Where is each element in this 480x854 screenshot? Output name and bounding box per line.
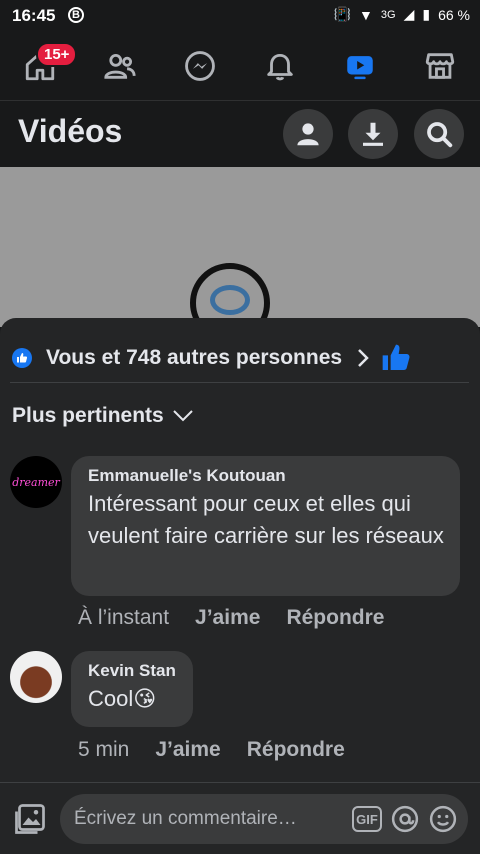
search-button[interactable]	[414, 109, 464, 159]
comment-actions: À l’instant J’aime Répondre	[78, 606, 384, 630]
notification-badge: 15+	[36, 42, 78, 67]
status-time: 16:45	[12, 6, 56, 25]
avatar[interactable]: dreamer	[10, 456, 62, 508]
like-comment-button[interactable]: J’aime	[155, 738, 220, 762]
video-player[interactable]	[0, 167, 480, 343]
comment-input[interactable]: Écrivez un commentaire… GIF	[60, 794, 468, 844]
divider	[10, 382, 469, 383]
avatar[interactable]	[10, 651, 62, 703]
likes-count-text: Vous et 748 autres personnes	[46, 346, 343, 369]
network-label: 3G	[380, 8, 396, 21]
comment-bubble[interactable]: Emmanuelle's Koutouan Intéressant pour c…	[71, 456, 460, 596]
video-icon	[347, 56, 373, 80]
comment-composer: Écrivez un commentaire… GIF	[0, 782, 480, 854]
emoji-icon[interactable]	[428, 804, 458, 834]
eye-icon	[210, 285, 250, 315]
downloads-button[interactable]	[348, 109, 398, 159]
like-reaction-icon	[12, 348, 32, 368]
page-title: Vidéos	[18, 113, 123, 149]
nav-marketplace[interactable]	[416, 42, 464, 90]
comment-time: 5 min	[78, 738, 130, 761]
top-navigation: 15+	[0, 32, 480, 101]
sort-dropdown[interactable]: Plus pertinents	[12, 404, 194, 428]
b-icon: B	[68, 7, 84, 23]
comment-bubble[interactable]: Kevin Stan Cool😘	[71, 651, 193, 727]
system-icons: 📳 ▼ 3G ◢ ▮ 66 %	[334, 6, 470, 23]
reactions-row[interactable]: Vous et 748 autres personnes	[12, 334, 468, 382]
messenger-icon	[185, 51, 215, 81]
comment-author[interactable]: Kevin Stan	[88, 661, 177, 681]
gif-button[interactable]: GIF	[352, 806, 382, 832]
status-bar: 16:45 B 📳 ▼ 3G ◢ ▮ 66 %	[0, 0, 480, 32]
wifi-icon: ▼	[359, 6, 373, 23]
gallery-icon[interactable]	[12, 801, 48, 837]
comment-time: À l’instant	[78, 606, 170, 629]
input-tools: GIF	[352, 804, 458, 834]
comment-text: Cool😘	[88, 686, 157, 711]
comment-actions: 5 min J’aime Répondre	[78, 738, 345, 762]
marketplace-icon	[425, 53, 455, 79]
nav-friends[interactable]	[96, 42, 144, 90]
battery-percent: 66 %	[438, 6, 470, 23]
nav-videos[interactable]	[336, 42, 384, 90]
page-header: Vidéos	[0, 101, 480, 167]
nav-messenger[interactable]	[176, 42, 224, 90]
vibrate-icon: 📳	[333, 6, 352, 22]
at-mention-icon[interactable]	[390, 804, 420, 834]
search-icon	[427, 122, 453, 148]
comment-text: Intéressant pour ceux et elles qui veule…	[88, 491, 444, 548]
signal-icon: ◢	[403, 6, 415, 22]
reply-button[interactable]: Répondre	[247, 738, 345, 762]
profile-button[interactable]	[283, 109, 333, 159]
like-button-icon[interactable]	[380, 342, 412, 374]
comment-input-placeholder: Écrivez un commentaire…	[74, 808, 297, 829]
sort-label: Plus pertinents	[12, 404, 164, 427]
comments-sheet: Vous et 748 autres personnes Plus pertin…	[0, 318, 480, 854]
avatar-logo-text: dreamer	[12, 475, 60, 489]
battery-icon: ▮	[422, 6, 431, 22]
chevron-right-icon	[358, 349, 369, 367]
person-icon	[297, 123, 319, 146]
chevron-down-icon	[172, 410, 193, 422]
nav-notifications[interactable]	[256, 42, 304, 90]
comment-author[interactable]: Emmanuelle's Koutouan	[88, 466, 444, 486]
reply-button[interactable]: Répondre	[286, 606, 384, 630]
friends-icon	[104, 53, 136, 79]
like-comment-button[interactable]: J’aime	[195, 606, 260, 630]
download-icon	[363, 122, 383, 146]
nav-home[interactable]: 15+	[16, 42, 78, 90]
bell-icon	[267, 53, 293, 81]
